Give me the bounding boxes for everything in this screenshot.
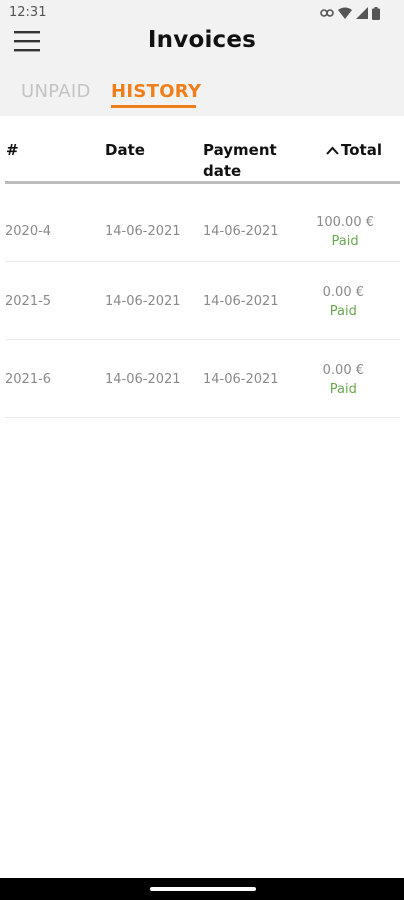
invoice-amount: 0.00 € xyxy=(322,363,364,378)
invoice-date: 14-06-2021 xyxy=(105,294,181,309)
sort-up-icon xyxy=(326,146,339,155)
column-header-number[interactable]: # xyxy=(6,140,19,161)
table-row[interactable]: 2020-4 14-06-2021 14-06-2021 100.00 € Pa… xyxy=(5,184,400,262)
signal-icon xyxy=(356,7,368,19)
wifi-icon xyxy=(338,7,352,19)
active-tab-indicator xyxy=(111,105,196,108)
column-header-total-label: Total xyxy=(341,141,382,159)
invoice-date: 14-06-2021 xyxy=(105,372,181,387)
status-icons xyxy=(320,6,380,20)
invoice-total: 0.00 € Paid xyxy=(323,362,364,400)
status-bar: 12:31 xyxy=(0,0,404,26)
invoice-date: 14-06-2021 xyxy=(105,224,181,239)
status-time: 12:31 xyxy=(9,5,47,20)
invoices-table: # Date Payment date Total 2020-4 14-06-2… xyxy=(0,116,404,418)
invoice-payment-date: 14-06-2021 xyxy=(203,372,279,387)
page-title: Invoices xyxy=(147,27,257,53)
invoice-number: 2021-5 xyxy=(5,294,52,309)
invoice-payment-date: 14-06-2021 xyxy=(203,294,279,309)
invoice-amount: 100.00 € xyxy=(316,215,374,230)
invoice-status: Paid xyxy=(329,382,357,397)
invoice-total: 100.00 € Paid xyxy=(316,214,374,252)
invoice-total: 0.00 € Paid xyxy=(323,284,364,322)
app-bar: Invoices UNPAID HISTORY xyxy=(0,26,404,116)
invoices-screen: 12:31 Invoices UNPAID HISTORY # Date Pay… xyxy=(0,0,404,900)
home-gesture-handle[interactable] xyxy=(150,887,256,891)
tab-history[interactable]: HISTORY xyxy=(111,81,201,102)
table-row[interactable]: 2021-6 14-06-2021 14-06-2021 0.00 € Paid xyxy=(5,340,400,418)
invoice-number: 2020-4 xyxy=(5,224,52,239)
system-navigation-bar xyxy=(0,878,404,900)
invoice-amount: 0.00 € xyxy=(322,285,364,300)
column-header-payment-date[interactable]: Payment date xyxy=(203,140,293,182)
tab-unpaid[interactable]: UNPAID xyxy=(21,81,91,102)
table-row[interactable]: 2021-5 14-06-2021 14-06-2021 0.00 € Paid xyxy=(5,262,400,340)
invoice-number: 2021-6 xyxy=(5,372,52,387)
battery-icon xyxy=(372,6,380,20)
column-header-date[interactable]: Date xyxy=(105,140,145,161)
invoice-status: Paid xyxy=(329,304,357,319)
column-header-total[interactable]: Total xyxy=(326,140,382,161)
table-header: # Date Payment date Total xyxy=(5,116,400,184)
invoice-payment-date: 14-06-2021 xyxy=(203,224,279,239)
invoice-status: Paid xyxy=(331,234,359,249)
link-icon xyxy=(320,8,334,18)
